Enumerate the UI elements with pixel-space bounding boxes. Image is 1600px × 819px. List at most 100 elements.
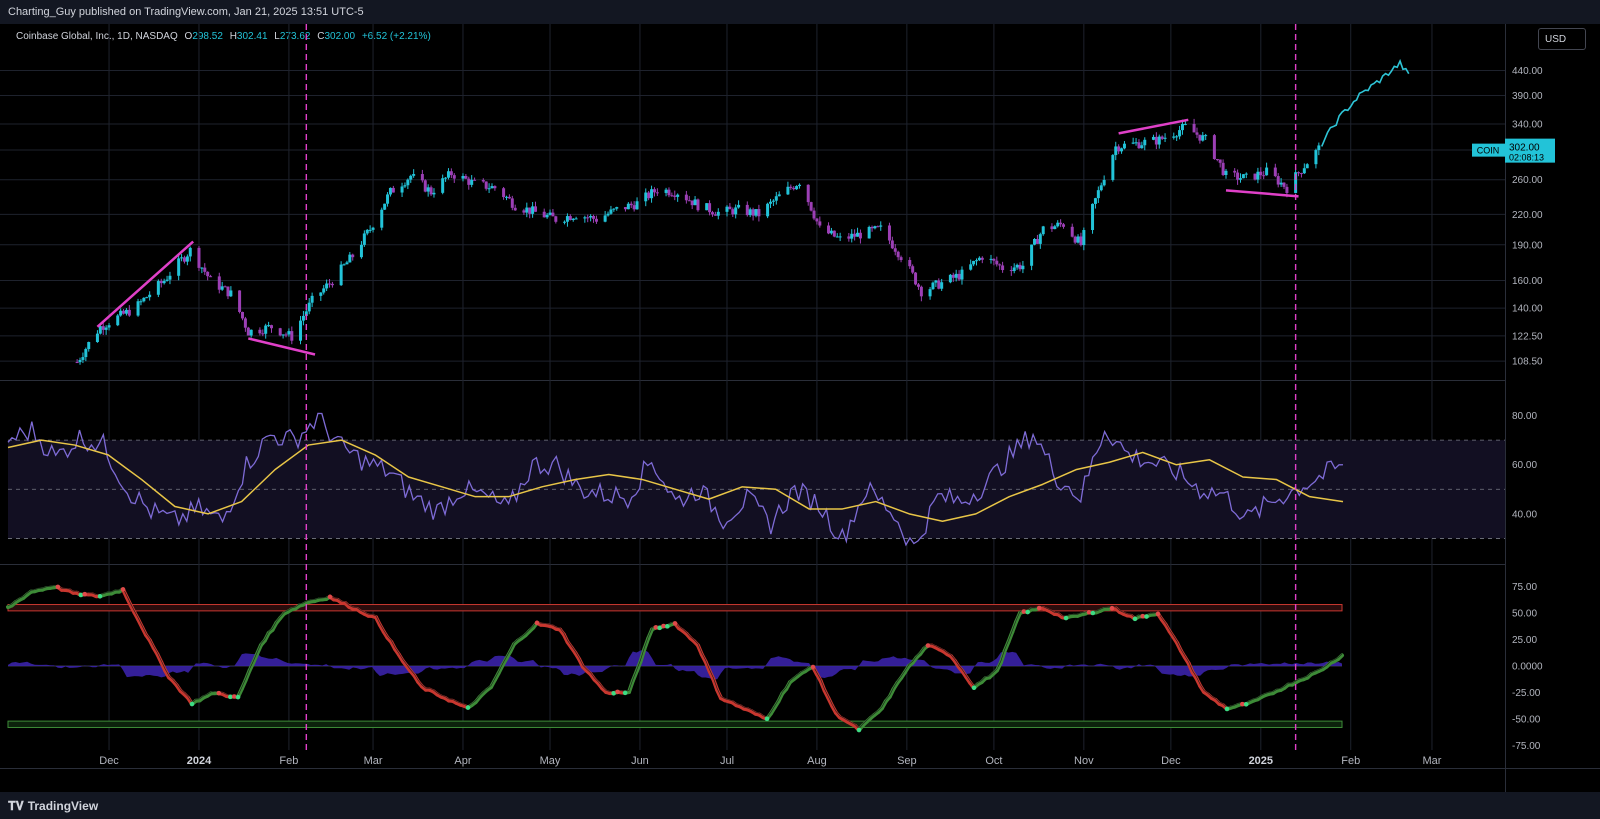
countdown-label: 02:08:13 xyxy=(1509,153,1544,163)
candle-body xyxy=(1079,236,1083,246)
candle-body xyxy=(696,199,700,211)
candle-body xyxy=(409,175,413,180)
candle-body xyxy=(1241,174,1245,179)
peak-dot xyxy=(82,591,87,597)
chart-canvas[interactable]: 440.00390.00340.00300.00260.00220.00190.… xyxy=(0,0,1600,792)
candle-body xyxy=(345,262,349,265)
candle-body xyxy=(403,185,407,187)
candle-body xyxy=(989,258,993,260)
candle-body xyxy=(731,209,735,215)
trough-dot xyxy=(1224,706,1230,712)
candle-body xyxy=(835,236,839,238)
candle-body xyxy=(745,204,749,216)
candle-body xyxy=(104,327,108,330)
candle-body xyxy=(1279,182,1283,185)
candle-body xyxy=(467,178,471,185)
candle-body xyxy=(188,247,192,257)
candle-body xyxy=(1299,173,1303,175)
candle-body xyxy=(1276,176,1280,185)
candle-body xyxy=(278,328,282,336)
candle-body xyxy=(615,207,619,209)
candle-body xyxy=(847,236,851,239)
candle-body xyxy=(914,272,918,285)
candle-body xyxy=(319,292,323,296)
candle-body xyxy=(261,333,265,335)
candle-body xyxy=(911,266,915,273)
candle-body xyxy=(240,311,244,319)
candle-body xyxy=(1259,171,1263,176)
candle-body xyxy=(1099,185,1103,191)
candle-body xyxy=(1238,178,1242,180)
peak-dot xyxy=(55,584,61,590)
candle-body xyxy=(548,212,552,215)
candle-body xyxy=(670,195,674,197)
momentum-histogram xyxy=(8,649,1342,680)
candle-body xyxy=(1137,142,1141,149)
candle-body xyxy=(1038,234,1042,244)
candle-body xyxy=(386,194,390,204)
symbol-tag-label: COIN xyxy=(1477,146,1500,156)
candle-body xyxy=(325,283,329,289)
candle-body xyxy=(534,206,538,212)
candle-body xyxy=(667,189,671,196)
candle-body xyxy=(510,198,514,208)
candle-body xyxy=(774,196,778,201)
candle-body xyxy=(139,301,143,303)
candle-body xyxy=(1021,265,1025,270)
candle-body xyxy=(1154,136,1158,145)
candle-body xyxy=(107,325,111,328)
candle-body xyxy=(1082,230,1086,246)
candle-body xyxy=(122,310,126,314)
candle-body xyxy=(954,273,958,278)
candle-body xyxy=(156,281,160,295)
candle-body xyxy=(490,186,494,189)
candle-body xyxy=(78,359,82,363)
candle-body xyxy=(441,178,445,193)
candle-body xyxy=(98,326,102,334)
candle-body xyxy=(420,174,424,181)
candle-body xyxy=(473,179,477,181)
candle-body xyxy=(209,276,213,278)
candle-body xyxy=(777,194,781,197)
candle-body xyxy=(423,180,427,192)
candle-body xyxy=(571,218,575,221)
candle-body xyxy=(969,264,973,270)
candle-body xyxy=(951,274,955,278)
candle-body xyxy=(737,204,741,208)
candle-body xyxy=(1297,172,1301,174)
candle-body xyxy=(339,264,343,286)
candle-body xyxy=(452,175,456,179)
peak-dot xyxy=(810,664,816,670)
candle-body xyxy=(223,286,227,288)
candle-body xyxy=(301,315,305,321)
time-tick-label: Nov xyxy=(1074,755,1094,767)
candle-body xyxy=(185,256,189,262)
trough-dot xyxy=(465,705,471,710)
candle-body xyxy=(481,179,485,182)
candle-body xyxy=(75,362,79,364)
candle-body xyxy=(1131,142,1135,144)
candle-body xyxy=(551,212,555,217)
candle-body xyxy=(870,226,874,229)
candle-body xyxy=(1041,226,1045,235)
time-tick-label: Oct xyxy=(985,755,1002,767)
candle-body xyxy=(960,269,964,280)
candle-body xyxy=(1305,164,1309,169)
candle-body xyxy=(1236,172,1240,180)
candle-body xyxy=(890,240,894,249)
candle-body xyxy=(1117,146,1121,152)
candle-body xyxy=(127,309,131,316)
candle-body xyxy=(348,254,352,263)
candle-body xyxy=(487,188,491,190)
candle-body xyxy=(1198,134,1202,141)
candle-body xyxy=(815,218,819,222)
trough-dot xyxy=(189,701,195,707)
candle-body xyxy=(1012,267,1016,272)
candle-body xyxy=(1175,136,1179,138)
peak-dot xyxy=(615,689,620,695)
candle-body xyxy=(522,210,526,213)
candle-body xyxy=(412,174,416,176)
price-tick-label: 340.00 xyxy=(1512,120,1543,131)
trough-dot xyxy=(1132,616,1138,622)
candle-body xyxy=(380,209,384,228)
